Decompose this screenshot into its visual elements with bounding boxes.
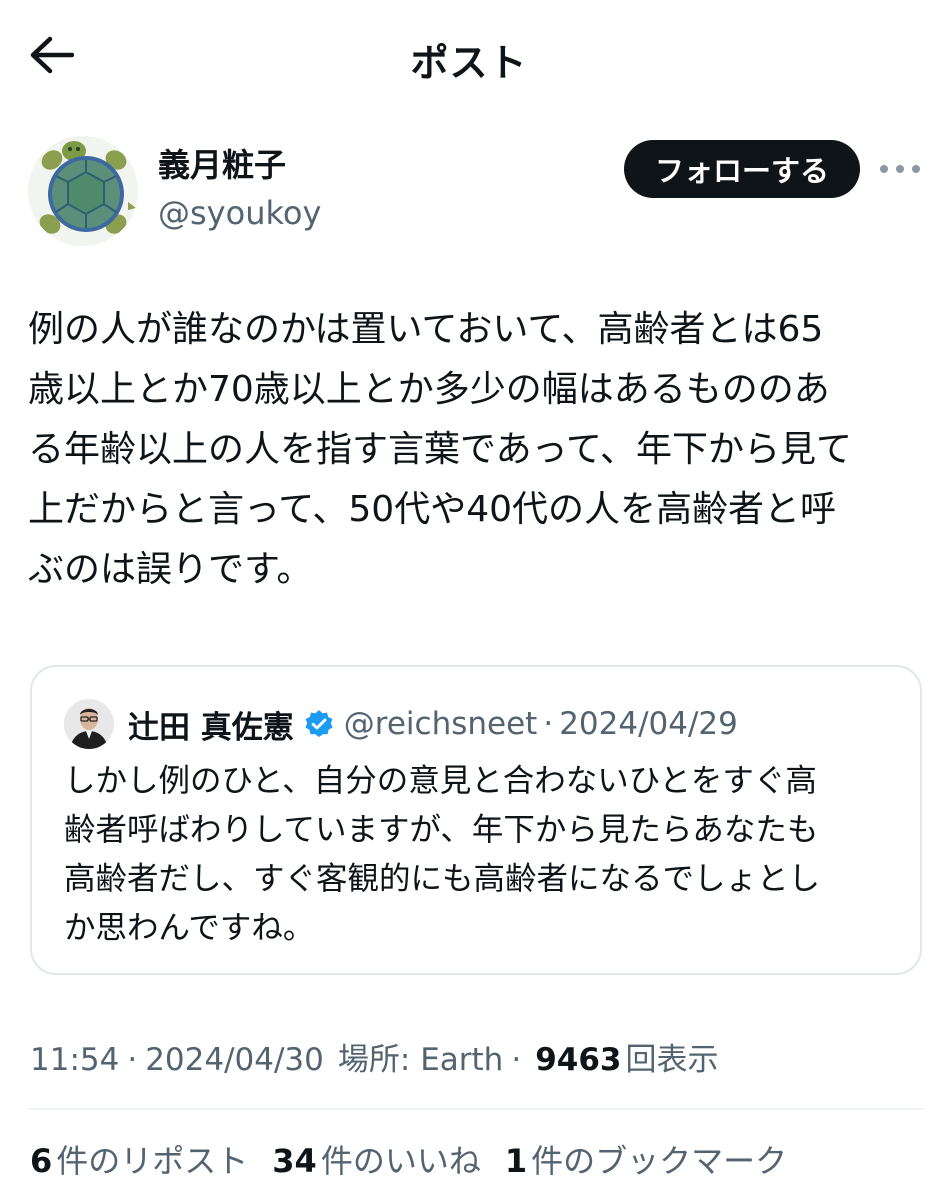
quote-date: 2024/04/29 xyxy=(559,706,738,742)
quote-text: しかし例のひと、自分の意見と合わないひとをすぐ高 齢者呼ばわりしていますが、年下… xyxy=(64,763,821,946)
post-date[interactable]: 2024/04/30 xyxy=(145,1042,324,1078)
post-location: 場所: Earth xyxy=(337,1042,504,1078)
author-display-name[interactable]: 義月粧子 xyxy=(158,144,321,186)
more-horizontal-icon-dot xyxy=(912,165,920,173)
post-author: 義月粧子 @syoukoy フォローする xyxy=(28,136,920,248)
turtle-avatar-icon xyxy=(28,136,138,246)
engagement-stats: 6 件のリポスト 34 件のいいね 1 件のブックマーク xyxy=(30,1136,811,1182)
bookmarks-count: 1 xyxy=(504,1142,528,1180)
verified-badge-icon xyxy=(304,709,334,739)
more-options-button[interactable] xyxy=(880,154,920,184)
meta-separator-2: · xyxy=(511,1042,522,1078)
bookmarks-label: 件のブックマーク xyxy=(531,1142,788,1180)
top-bar: ポスト xyxy=(0,0,938,110)
quote-author-name: 辻田 真佐憲 xyxy=(128,709,294,746)
divider xyxy=(28,1108,924,1110)
author-handle[interactable]: @syoukoy xyxy=(158,192,321,234)
views-count: 9463 xyxy=(535,1042,622,1078)
reposts-stat[interactable]: 6 件のリポスト xyxy=(30,1136,248,1182)
page-title: ポスト xyxy=(410,41,528,85)
more-horizontal-icon xyxy=(880,165,888,173)
post-metadata: 11:54 · 2024/04/30 場所: Earth · 9463 回表示 xyxy=(30,1034,718,1079)
follow-button[interactable]: フォローする xyxy=(624,140,860,198)
quoted-post[interactable]: 辻田 真佐憲 @reichsneet · 2024/04/29 しかし例のひと、… xyxy=(30,665,922,975)
likes-stat[interactable]: 34 件のいいね xyxy=(272,1136,481,1182)
likes-count: 34 xyxy=(272,1142,317,1180)
views-label: 回表示 xyxy=(625,1042,719,1078)
post-text: 例の人が誰なのかは置いておいて、高齢者とは65 歳以上とか70歳以上とか多少の幅… xyxy=(28,309,853,590)
reposts-count: 6 xyxy=(30,1142,53,1180)
bookmarks-stat[interactable]: 1 件のブックマーク xyxy=(505,1136,787,1182)
quote-avatar xyxy=(64,699,114,749)
person-avatar-icon xyxy=(64,699,114,749)
quote-separator: · xyxy=(543,706,554,742)
more-horizontal-icon-dot xyxy=(896,165,904,173)
quote-header: 辻田 真佐憲 @reichsneet · 2024/04/29 xyxy=(128,699,738,749)
reposts-label: 件のリポスト xyxy=(56,1142,249,1180)
author-names: 義月粧子 @syoukoy xyxy=(158,144,321,234)
likes-label: 件のいいね xyxy=(320,1142,481,1180)
avatar[interactable] xyxy=(28,136,138,246)
meta-separator: · xyxy=(127,1042,138,1078)
post-time[interactable]: 11:54 xyxy=(30,1042,119,1078)
quote-author-handle: @reichsneet xyxy=(343,706,538,742)
